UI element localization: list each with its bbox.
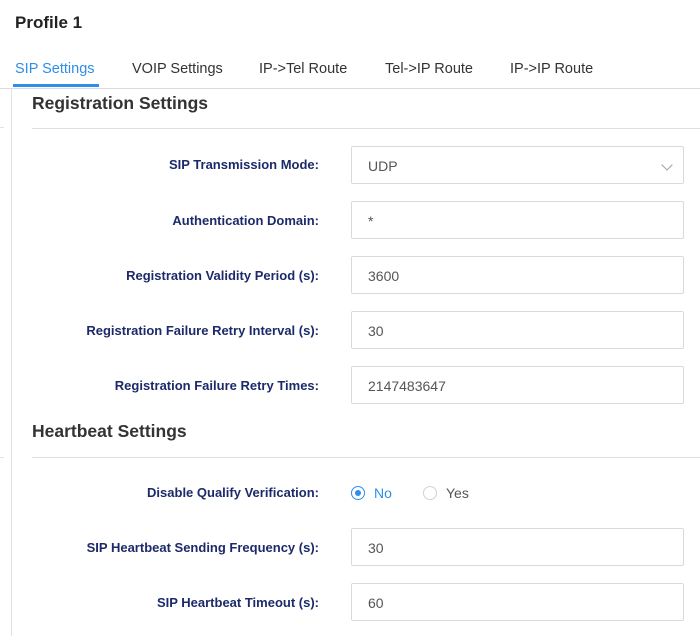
heartbeat-timeout-label: SIP Heartbeat Timeout (s): (156, 595, 319, 610)
tab-voip-settings[interactable]: VOIP Settings (132, 61, 223, 77)
radio-checked-icon (351, 486, 365, 500)
tab-bar: SIP Settings VOIP Settings IP->Tel Route… (0, 50, 700, 89)
registration-validity-period-value: 3600 (368, 268, 400, 284)
heartbeat-timeout-value: 60 (368, 595, 384, 611)
authentication-domain-input[interactable]: * (351, 201, 684, 239)
section-divider (32, 128, 700, 129)
registration-validity-period-input[interactable]: 3600 (351, 256, 684, 294)
section-divider (32, 457, 700, 458)
tab-sip-settings[interactable]: SIP Settings (15, 61, 95, 77)
authentication-domain-label: Authentication Domain: (172, 213, 319, 228)
tab-ip-tel-route[interactable]: IP->Tel Route (259, 61, 347, 77)
retry-interval-value: 30 (368, 323, 384, 339)
qualify-radio-no-label: No (374, 485, 392, 501)
disable-qualify-label: Disable Qualify Verification: (147, 485, 319, 500)
page-title: Profile 1 (15, 13, 83, 32)
left-divider-mark (0, 127, 4, 128)
left-divider-mark (0, 457, 4, 458)
heartbeat-frequency-label: SIP Heartbeat Sending Frequency (s): (86, 540, 319, 555)
heartbeat-frequency-value: 30 (368, 540, 384, 556)
heartbeat-settings-heading: Heartbeat Settings (32, 421, 187, 441)
left-divider (11, 89, 12, 636)
chevron-down-icon (661, 159, 673, 171)
qualify-radio-yes-label: Yes (446, 485, 469, 501)
registration-validity-period-label: Registration Validity Period (s): (126, 268, 319, 283)
retry-times-input[interactable]: 2147483647 (351, 366, 684, 404)
retry-times-label: Registration Failure Retry Times: (114, 378, 319, 393)
registration-settings-heading: Registration Settings (32, 93, 208, 113)
retry-times-value: 2147483647 (368, 378, 446, 394)
sip-transmission-mode-label: SIP Transmission Mode: (168, 157, 319, 172)
tab-tel-ip-route[interactable]: Tel->IP Route (385, 61, 473, 77)
tab-ip-ip-route[interactable]: IP->IP Route (510, 61, 593, 77)
authentication-domain-value: * (368, 213, 374, 229)
heartbeat-frequency-input[interactable]: 30 (351, 528, 684, 566)
retry-interval-label: Registration Failure Retry Interval (s): (86, 323, 319, 338)
radio-unchecked-icon (423, 486, 437, 500)
heartbeat-timeout-input[interactable]: 60 (351, 583, 684, 621)
sip-transmission-mode-select[interactable]: UDP (351, 146, 684, 184)
retry-interval-input[interactable]: 30 (351, 311, 684, 349)
sip-transmission-mode-value: UDP (368, 158, 398, 174)
active-tab-indicator (13, 84, 99, 87)
